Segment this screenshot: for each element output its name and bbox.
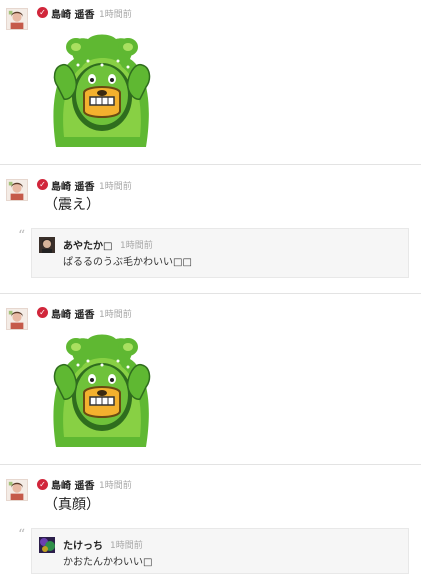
post-text-2: ✓ 島崎 遥香 1時間前 （真顔） “ たけっち 1時間前 かおたんかわいい□ (0, 465, 421, 574)
author-name[interactable]: 島崎 遥香 (51, 6, 94, 21)
avatar[interactable] (39, 537, 55, 553)
post-time[interactable]: 1時間前 (99, 179, 132, 192)
post-text: （震え） (44, 197, 100, 213)
green-bear-stamp-icon (48, 324, 156, 448)
reply-text: かおたんかわいい□ (63, 557, 153, 568)
avatar[interactable] (6, 8, 28, 30)
quote-icon: “ (18, 527, 26, 543)
author-name[interactable]: 島崎 遥香 (51, 178, 94, 193)
reply-card[interactable]: あやたか□ 1時間前 ぱるるのうぶ毛かわいい□□ (31, 228, 409, 278)
post-time[interactable]: 1時間前 (99, 7, 132, 20)
avatar[interactable] (6, 479, 28, 501)
reply-author[interactable]: あやたか□ (63, 237, 112, 252)
avatar[interactable] (6, 308, 28, 330)
post-time[interactable]: 1時間前 (99, 478, 132, 491)
verified-icon: ✓ (37, 7, 48, 18)
reply-time[interactable]: 1時間前 (120, 238, 153, 251)
author-name[interactable]: 島崎 遥香 (51, 477, 94, 492)
post-text-1: ✓ 島崎 遥香 1時間前 （震え） “ あやたか□ 1時間前 ぱるるのうぶ毛かわ… (0, 165, 421, 293)
verified-icon: ✓ (37, 179, 48, 190)
reply-text: ぱるるのうぶ毛かわいい□□ (63, 257, 192, 268)
verified-icon: ✓ (37, 479, 48, 490)
reply-author[interactable]: たけっち (63, 537, 103, 552)
post-stamp-1: ✓ 島崎 遥香 1時間前 (0, 0, 421, 164)
post-time[interactable]: 1時間前 (99, 307, 132, 320)
author-name[interactable]: 島崎 遥香 (51, 306, 94, 321)
reply-card[interactable]: たけっち 1時間前 かおたんかわいい□ (31, 528, 409, 574)
avatar[interactable] (6, 179, 28, 201)
quote-icon: “ (18, 228, 26, 244)
green-bear-stamp-icon (48, 24, 156, 148)
verified-icon: ✓ (37, 307, 48, 318)
post-stamp-2: ✓ 島崎 遥香 1時間前 (0, 294, 421, 464)
post-text: （真顔） (44, 497, 100, 513)
reply-time[interactable]: 1時間前 (110, 538, 143, 551)
avatar[interactable] (39, 237, 55, 253)
